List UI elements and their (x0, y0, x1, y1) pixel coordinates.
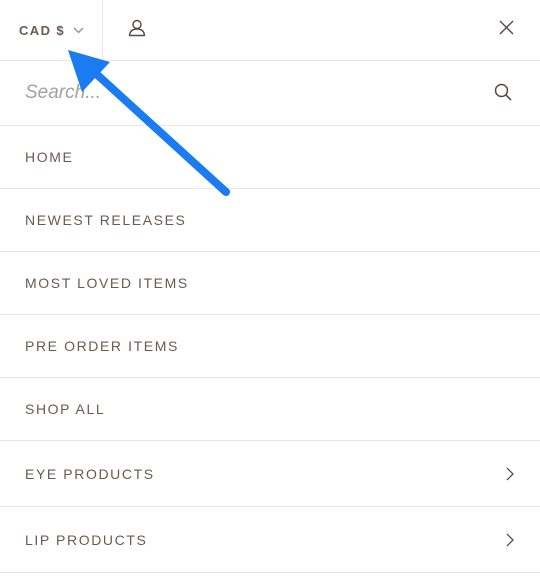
search-icon[interactable] (494, 83, 514, 103)
chevron-down-icon (73, 27, 84, 34)
menu-item-shop-all[interactable]: SHOP ALL (0, 378, 540, 441)
currency-selector[interactable]: CAD $ (0, 0, 103, 61)
menu-item-pre-order-items[interactable]: PRE ORDER ITEMS (0, 315, 540, 378)
navigation-menu: HOME NEWEST RELEASES MOST LOVED ITEMS PR… (0, 126, 540, 573)
menu-item-home[interactable]: HOME (0, 126, 540, 189)
search-bar (0, 61, 540, 126)
account-button[interactable] (103, 0, 171, 61)
chevron-right-icon (506, 533, 514, 547)
menu-item-lip-products[interactable]: LIP PRODUCTS (0, 507, 540, 573)
menu-item-label: EYE PRODUCTS (25, 465, 155, 482)
close-button[interactable] (496, 20, 516, 40)
close-icon (499, 20, 514, 40)
top-bar: CAD $ (0, 0, 540, 61)
menu-item-label: NEWEST RELEASES (25, 212, 187, 228)
menu-item-label: LIP PRODUCTS (25, 531, 148, 548)
currency-label: CAD $ (19, 22, 66, 38)
menu-item-label: HOME (25, 149, 74, 165)
menu-item-label: SHOP ALL (25, 401, 106, 417)
menu-item-eye-products[interactable]: EYE PRODUCTS (0, 441, 540, 507)
user-icon (128, 19, 146, 42)
menu-item-label: MOST LOVED ITEMS (25, 275, 189, 291)
chevron-right-icon (506, 467, 514, 481)
menu-item-newest-releases[interactable]: NEWEST RELEASES (0, 189, 540, 252)
search-input[interactable] (25, 82, 445, 104)
menu-item-most-loved-items[interactable]: MOST LOVED ITEMS (0, 252, 540, 315)
menu-item-label: PRE ORDER ITEMS (25, 338, 179, 354)
